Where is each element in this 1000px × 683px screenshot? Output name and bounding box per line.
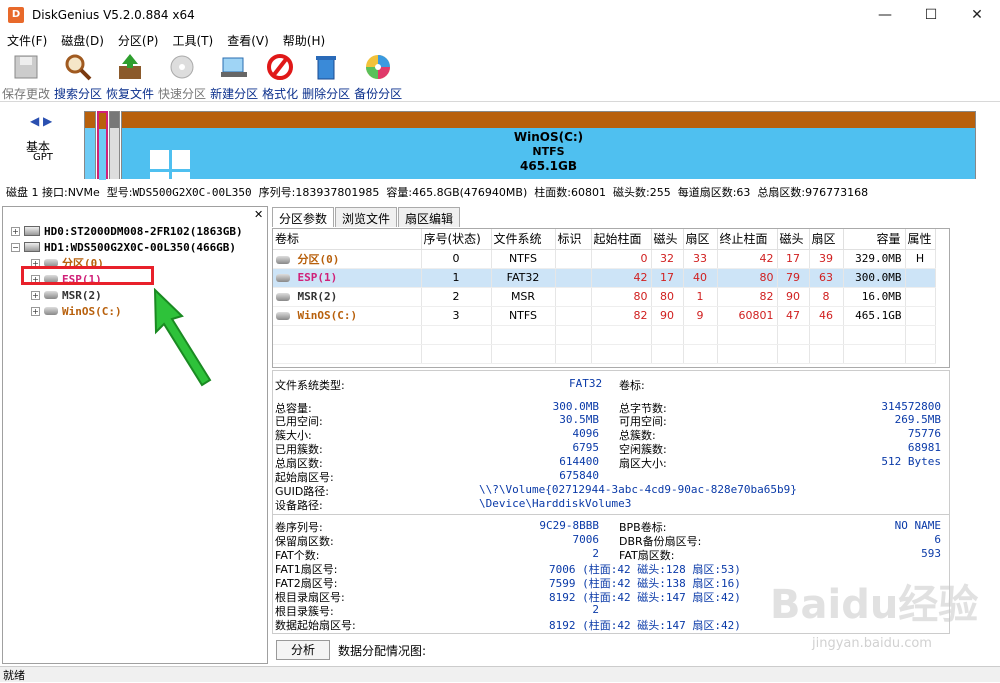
winos-partition-segment[interactable]: WinOS(C:) NTFS 465.1GB xyxy=(121,111,976,190)
table-row[interactable]: WinOS(C:) 3 NTFS 82 90 9 60801 47 46 465… xyxy=(273,306,936,326)
window-title: DiskGenius V5.2.0.884 x64 xyxy=(32,7,195,22)
menu-disk[interactable]: 磁盘(D) xyxy=(54,32,111,49)
col-end-head[interactable]: 磁头 xyxy=(777,229,810,250)
partition-icon xyxy=(276,255,290,264)
col-filesystem[interactable]: 文件系统 xyxy=(491,229,556,250)
partition-icon xyxy=(44,291,58,299)
table-row-empty xyxy=(273,344,936,364)
table-row-empty xyxy=(273,325,936,345)
esp-highlight-box xyxy=(21,266,154,285)
tree-disk-hd0[interactable]: + HD0:ST2000DM008-2FR102(1863GB) xyxy=(11,223,243,239)
hard-disk-icon xyxy=(24,242,40,252)
title-bar: D DiskGenius V5.2.0.884 x64 — ☐ ✕ xyxy=(0,0,1000,30)
col-capacity[interactable]: 容量 xyxy=(843,229,906,250)
annotation-arrow-icon xyxy=(153,288,212,387)
status-bar: 就绪 xyxy=(0,666,1000,682)
detail-tabs: 分区参数 浏览文件 扇区编辑 xyxy=(272,207,461,227)
expand-icon[interactable]: + xyxy=(31,290,40,300)
toolbar: 保存更改 搜索分区 恢复文件 快速分区 新建分区 格式化 删除分区 备份分区 xyxy=(0,50,1000,102)
magnifier-icon xyxy=(63,52,93,82)
col-volume-label[interactable]: 卷标 xyxy=(273,229,422,250)
backup-disc-icon xyxy=(363,52,393,82)
tab-sector-edit[interactable]: 扇区编辑 xyxy=(398,207,461,227)
disk-nav-arrows[interactable]: ◀ ▶ xyxy=(30,114,52,128)
table-header-row: 卷标 序号(状态) 文件系统 标识 起始柱面 磁头 扇区 终止柱面 磁头 扇区 … xyxy=(273,229,936,250)
new-partition-button[interactable]: 新建分区 xyxy=(208,50,260,101)
tree-partition-winos[interactable]: + WinOS(C:) xyxy=(31,303,122,319)
app-logo-icon: D xyxy=(8,6,24,23)
tab-browse-files[interactable]: 浏览文件 xyxy=(335,207,398,227)
analyze-button[interactable]: 分析 xyxy=(276,640,330,660)
esp-partition-segment[interactable] xyxy=(97,111,108,180)
partition-table: 卷标 序号(状态) 文件系统 标识 起始柱面 磁头 扇区 终止柱面 磁头 扇区 … xyxy=(272,228,950,368)
partition-icon xyxy=(276,293,290,301)
main-partition-fs: NTFS xyxy=(532,145,565,158)
table-row-selected[interactable]: ESP(1) 1 FAT32 42 17 40 80 79 63 300.0MB xyxy=(273,268,936,288)
main-partition-name: WinOS(C:) xyxy=(513,130,584,144)
save-icon xyxy=(11,52,41,82)
tree-partition-msr[interactable]: + MSR(2) xyxy=(31,287,102,303)
allocation-map-label: 数据分配情况图: xyxy=(338,644,427,658)
search-partition-button[interactable]: 搜索分区 xyxy=(52,50,104,101)
col-end-cyl[interactable]: 终止柱面 xyxy=(717,229,778,250)
menu-view[interactable]: 查看(V) xyxy=(220,32,276,49)
menu-help[interactable]: 帮助(H) xyxy=(276,32,332,49)
menu-file[interactable]: 文件(F) xyxy=(0,32,54,49)
partition-icon xyxy=(276,312,290,320)
tree-disk-hd1[interactable]: − HD1:WDS500G2X0C-00L350(466GB) xyxy=(11,239,236,255)
close-button[interactable]: ✕ xyxy=(954,0,1000,30)
baidu-watermark: Baidu经验 xyxy=(770,582,979,628)
recover-box-icon xyxy=(115,52,145,82)
trash-icon xyxy=(311,52,341,82)
menu-tools[interactable]: 工具(T) xyxy=(166,32,221,49)
expand-icon[interactable]: + xyxy=(31,306,40,316)
baidu-watermark-url: jingyan.baidu.com xyxy=(812,636,932,651)
format-button[interactable]: 格式化 xyxy=(260,50,300,101)
partition-icon xyxy=(276,274,290,282)
col-start-head[interactable]: 磁头 xyxy=(651,229,684,250)
col-index[interactable]: 序号(状态) xyxy=(421,229,492,250)
delete-partition-button[interactable]: 删除分区 xyxy=(300,50,352,101)
col-id[interactable]: 标识 xyxy=(555,229,592,250)
col-start-sector[interactable]: 扇区 xyxy=(683,229,718,250)
disk-map: ◀ ▶ 基本 GPT WinOS(C:) NTFS 465.1GB xyxy=(0,102,1000,190)
new-partition-icon xyxy=(219,52,249,82)
partition-0-segment[interactable] xyxy=(84,111,96,179)
format-icon xyxy=(265,52,295,82)
table-row[interactable]: MSR(2) 2 MSR 80 80 1 82 90 8 16.0MB xyxy=(273,287,936,307)
quick-partition-button[interactable]: 快速分区 xyxy=(156,50,208,101)
col-attr[interactable]: 属性 xyxy=(905,229,936,250)
backup-partition-button[interactable]: 备份分区 xyxy=(352,50,404,101)
expand-icon[interactable]: + xyxy=(11,226,20,236)
maximize-button[interactable]: ☐ xyxy=(908,0,954,30)
partition-icon xyxy=(44,307,58,315)
col-start-cyl[interactable]: 起始柱面 xyxy=(591,229,652,250)
minimize-button[interactable]: — xyxy=(862,0,908,30)
tree-close-icon[interactable]: ✕ xyxy=(254,208,263,221)
collapse-icon[interactable]: − xyxy=(11,242,20,252)
details-divider xyxy=(273,514,949,515)
disk-info-line: 磁盘 1 接口:NVMe 型号:WDS500G2X0C-00L350 序列号:1… xyxy=(6,186,869,199)
col-end-sector[interactable]: 扇区 xyxy=(809,229,844,250)
recover-files-button[interactable]: 恢复文件 xyxy=(104,50,156,101)
hard-disk-icon xyxy=(24,226,40,236)
save-changes-button[interactable]: 保存更改 xyxy=(0,50,52,101)
menu-bar: 文件(F) 磁盘(D) 分区(P) 工具(T) 查看(V) 帮助(H) xyxy=(0,30,1000,50)
msr-partition-segment[interactable] xyxy=(109,111,120,179)
table-row[interactable]: 分区(0) 0 NTFS 0 32 33 42 17 39 329.0MB H xyxy=(273,249,936,269)
menu-partition[interactable]: 分区(P) xyxy=(111,32,166,49)
partition-style-label: GPT xyxy=(33,152,53,163)
main-partition-size: 465.1GB xyxy=(520,159,577,173)
quick-partition-icon xyxy=(167,52,197,82)
tab-partition-params[interactable]: 分区参数 xyxy=(272,207,335,227)
